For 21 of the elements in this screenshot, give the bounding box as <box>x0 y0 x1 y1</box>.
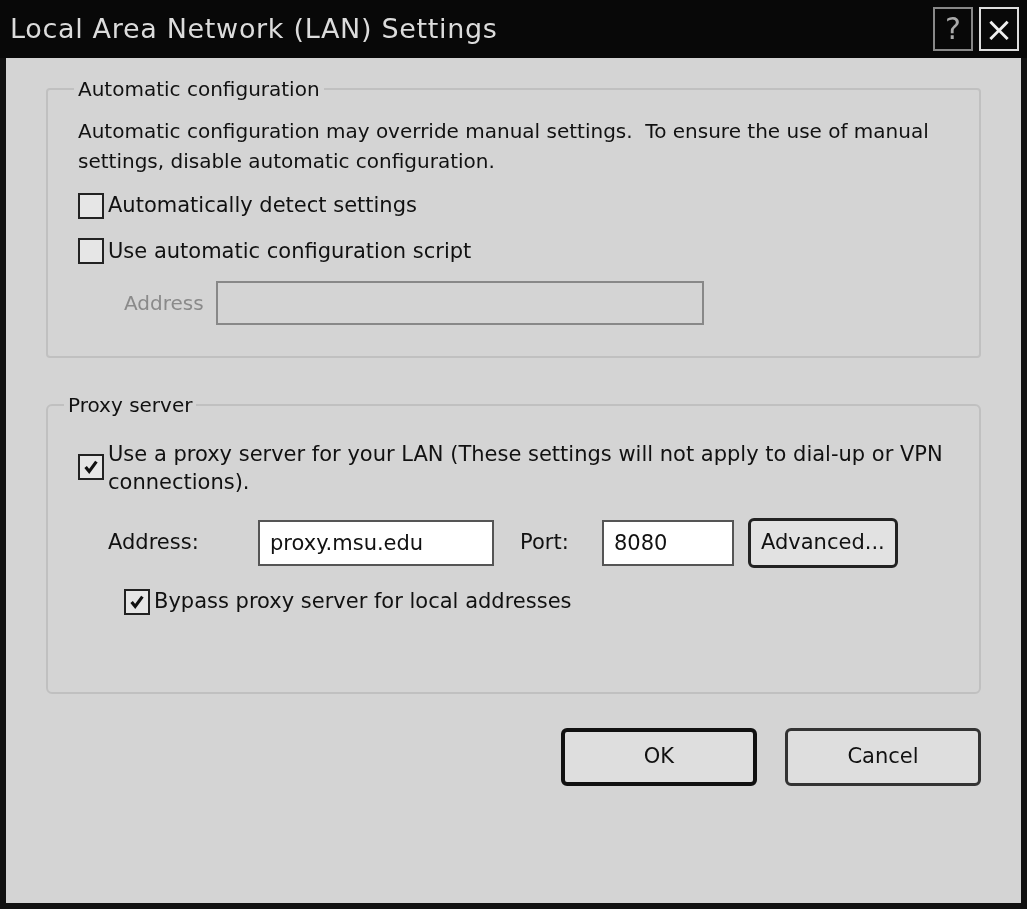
checkbox-label[interactable]: Use automatic configuration script <box>108 235 472 267</box>
port-field[interactable]: 8080 <box>602 520 734 566</box>
help-button[interactable]: ? <box>933 7 973 51</box>
window-title: Local Area Network (LAN) Settings <box>10 11 499 46</box>
checkbox-label[interactable]: Automatically detect settings <box>108 190 417 222</box>
checkbox[interactable] <box>124 588 150 615</box>
field-label: Port: <box>520 529 570 557</box>
check-icon <box>82 458 100 476</box>
checkbox-label[interactable]: Use a proxy server for your LAN (These settings will not apply to dial-up or VPN connections). <box>108 440 949 496</box>
cancel-button[interactable]: Cancel <box>785 728 981 786</box>
advanced-button[interactable]: Advanced... <box>748 518 898 568</box>
description-text: Automatic configuration may override manual settings. To ensure the use of manual settings, disable automatic configuration. <box>78 118 930 175</box>
ok-button[interactable]: OK <box>561 728 757 786</box>
checkbox[interactable] <box>78 238 104 265</box>
checkbox[interactable] <box>78 454 104 480</box>
close-button[interactable]: × <box>979 7 1019 51</box>
checkbox[interactable] <box>78 192 104 219</box>
field-label: Address: <box>108 529 200 557</box>
checkbox-label[interactable]: Bypass proxy server for local addresses <box>154 586 572 618</box>
field-label: Address <box>124 290 204 317</box>
address-field[interactable]: proxy.msu.edu <box>258 520 494 566</box>
